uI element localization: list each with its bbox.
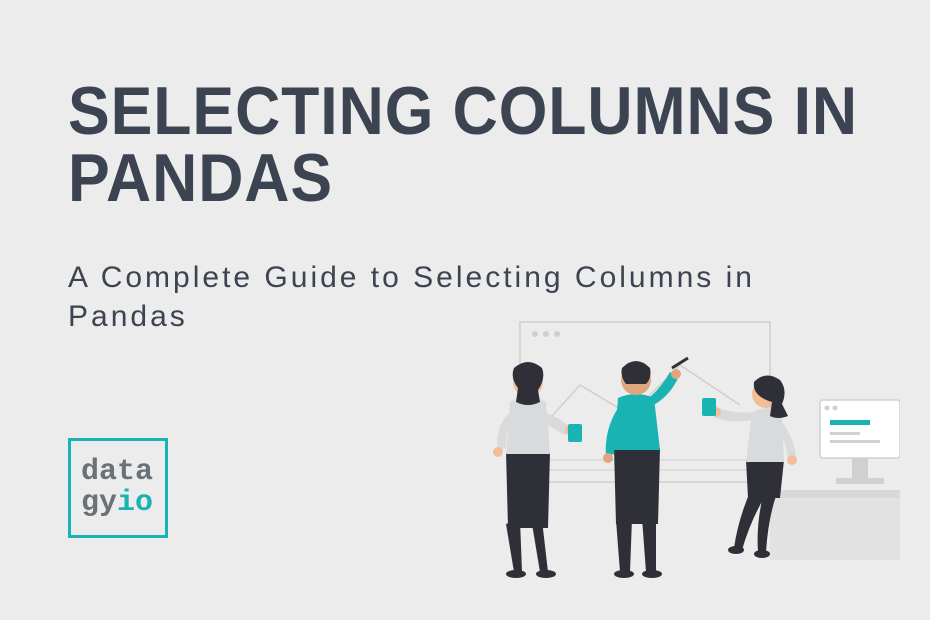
person-center-icon (603, 358, 688, 578)
page-title: SELECTING COLUMNS IN PANDAS (68, 78, 861, 211)
people-collaboration-illustration (420, 320, 900, 580)
logo-line-1: data (81, 457, 165, 489)
logo-line-2: gyio (81, 488, 165, 520)
brand-logo: data gyio (68, 438, 168, 538)
